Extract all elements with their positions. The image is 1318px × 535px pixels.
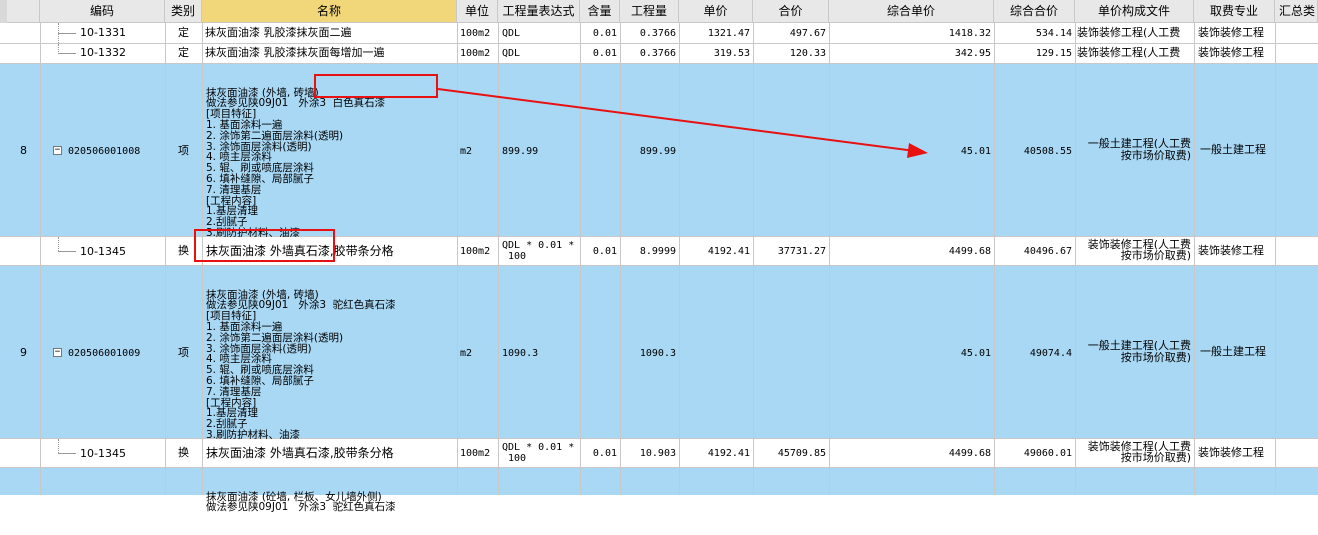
annotation-arrow: [437, 88, 928, 158]
